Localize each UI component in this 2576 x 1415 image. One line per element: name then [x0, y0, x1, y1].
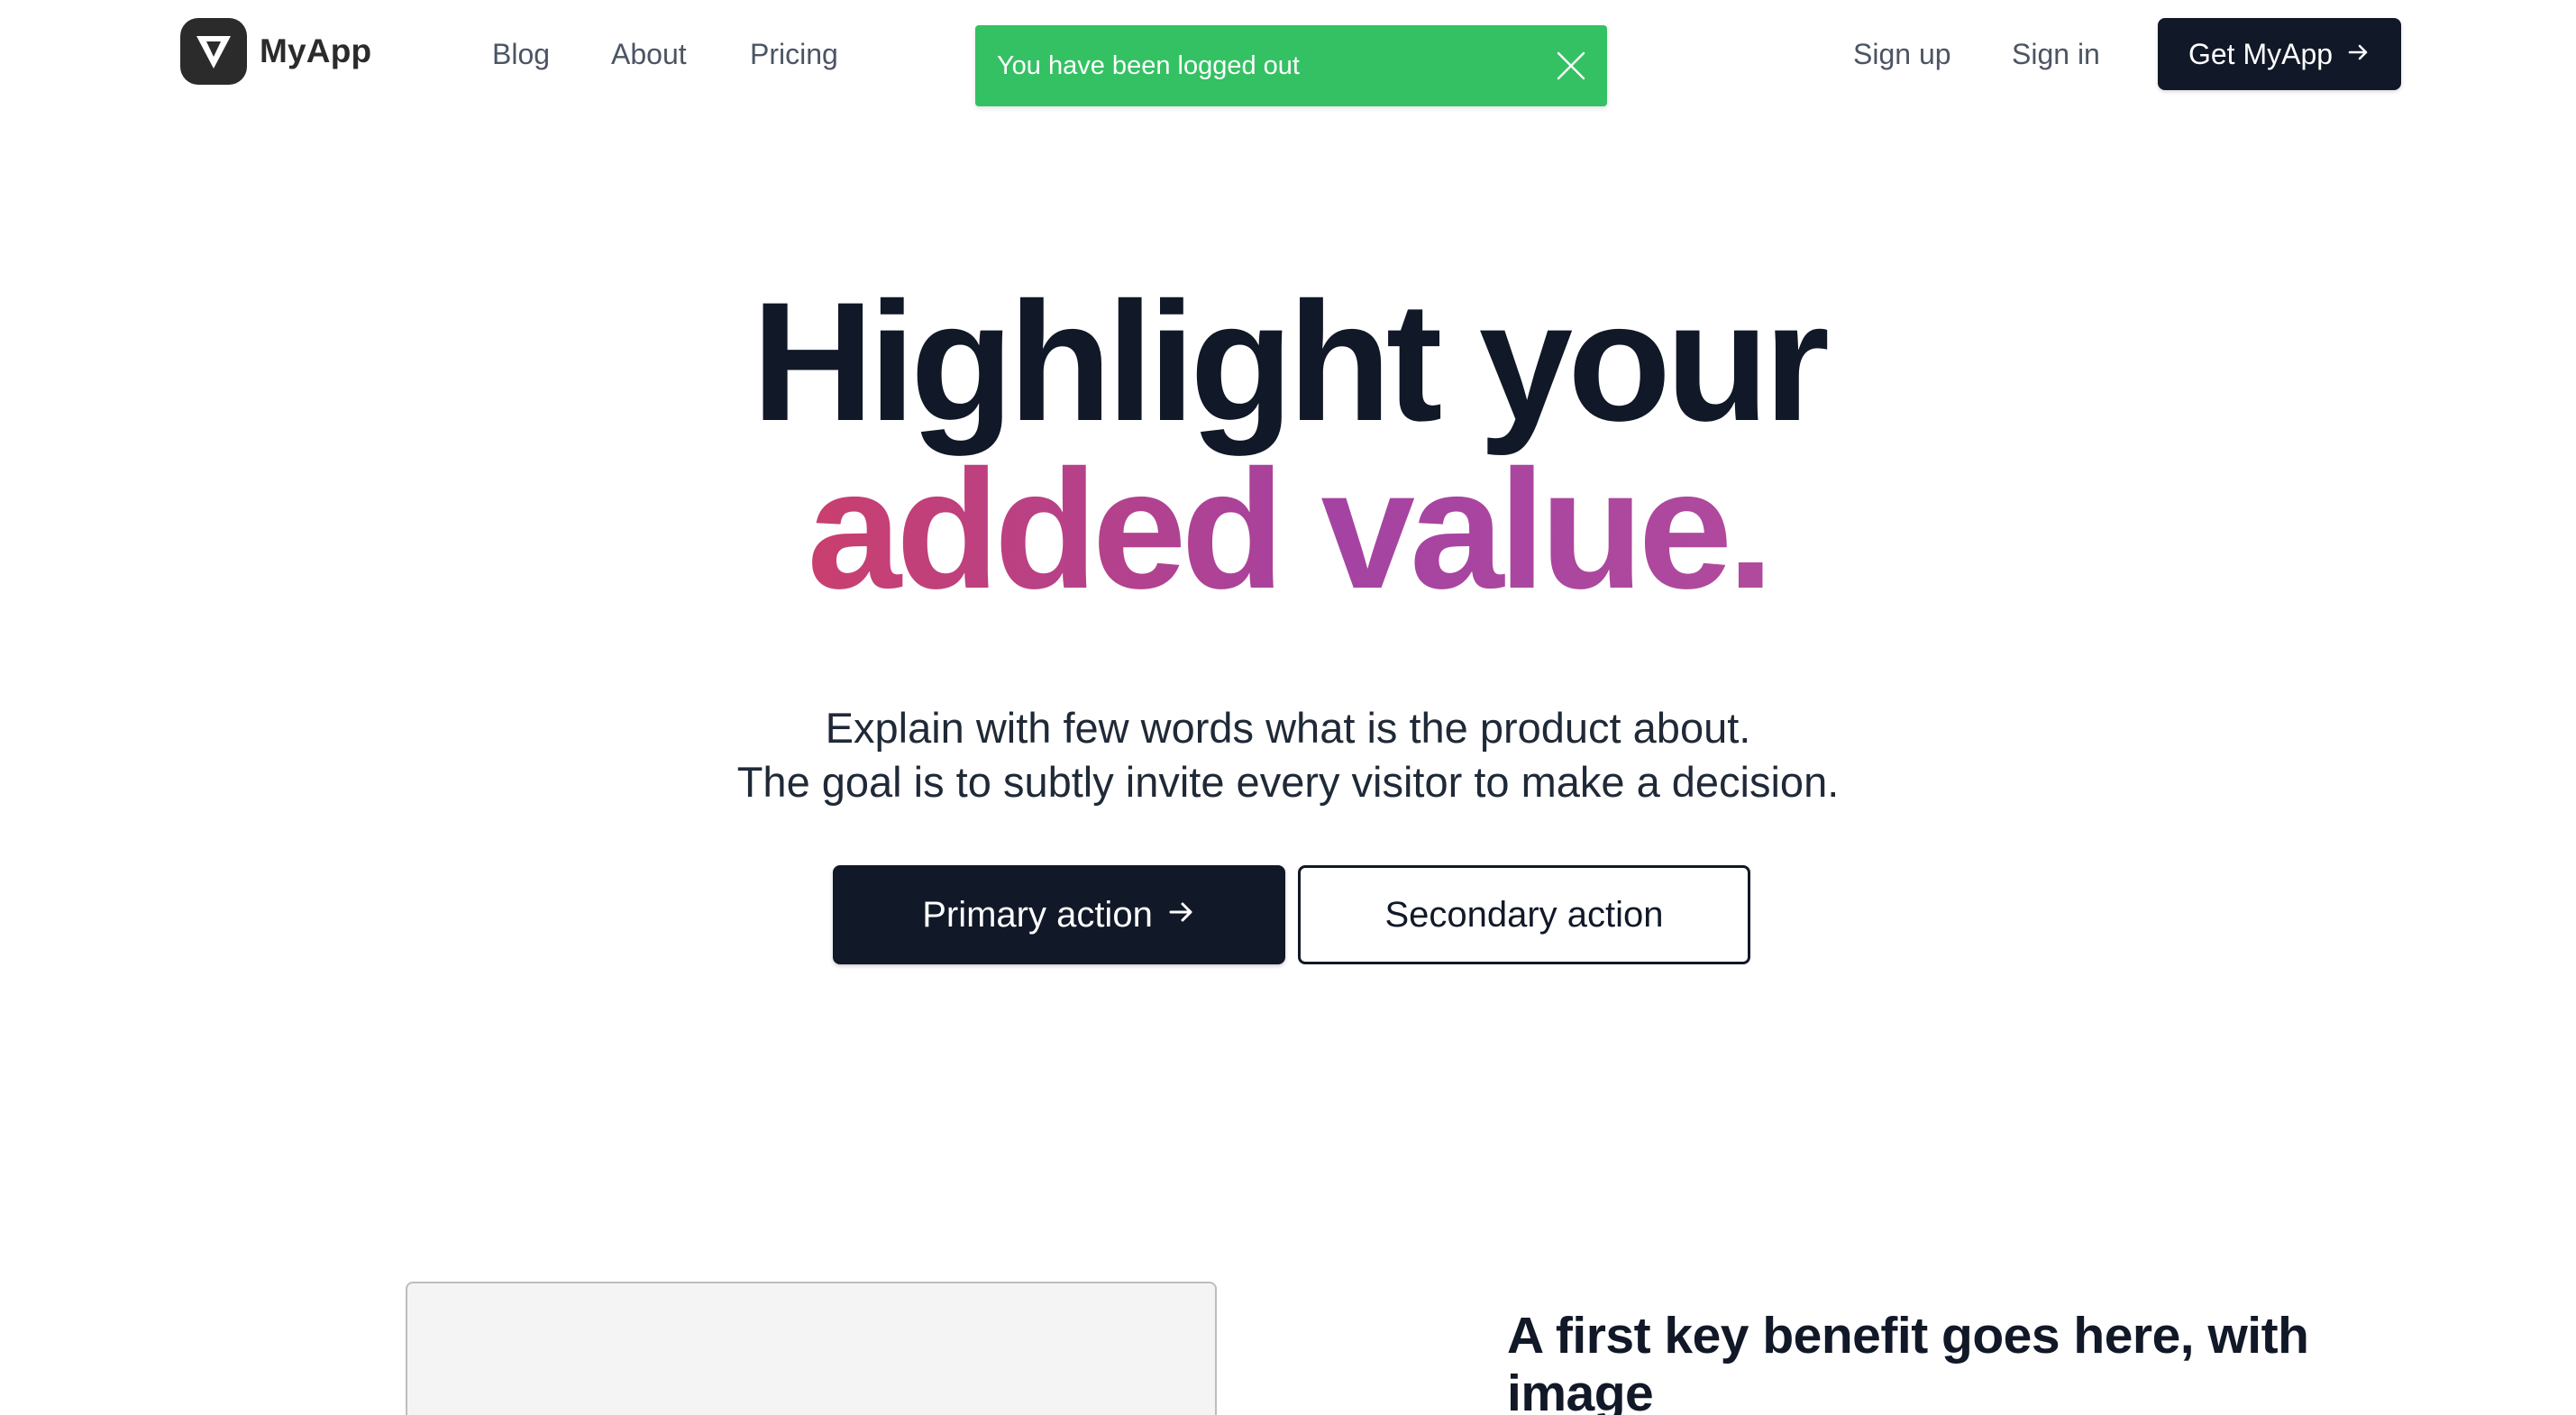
primary-action-button[interactable]: Primary action	[833, 865, 1285, 964]
feature-image-placeholder	[406, 1282, 1217, 1415]
hero-subtitle-line2: The goal is to subtly invite every visit…	[736, 758, 1840, 806]
nav-blog-link[interactable]: Blog	[492, 36, 550, 72]
toast-message: You have been logged out	[997, 51, 1300, 80]
v-logo-icon	[180, 18, 247, 85]
nav-about-link[interactable]: About	[611, 36, 687, 72]
logo-link[interactable]: MyApp	[180, 18, 371, 85]
secondary-action-label: Secondary action	[1384, 894, 1664, 935]
sign-in-link[interactable]: Sign in	[2012, 36, 2100, 72]
hero-title: Highlight your added value.	[0, 267, 2576, 624]
arrow-right-icon	[1167, 895, 1196, 936]
arrow-right-icon	[2347, 38, 2370, 71]
feature-title: A first key benefit goes here, with imag…	[1507, 1307, 2309, 1415]
landing-page: MyApp Blog About Pricing Sign up Sign in…	[0, 0, 2576, 1415]
primary-action-label: Primary action	[922, 894, 1153, 935]
logout-toast: You have been logged out	[975, 25, 1607, 106]
hero-subtitle: Explain with few words what is the produ…	[0, 701, 2576, 809]
nav-pricing-link[interactable]: Pricing	[750, 36, 838, 72]
hero-subtitle-line1: Explain with few words what is the produ…	[825, 704, 1751, 752]
secondary-action-button[interactable]: Secondary action	[1298, 865, 1750, 964]
close-icon[interactable]	[1553, 48, 1589, 84]
get-app-label: Get MyApp	[2188, 37, 2334, 70]
sign-up-link[interactable]: Sign up	[1853, 36, 1951, 72]
logo-text: MyApp	[260, 32, 372, 69]
get-app-button[interactable]: Get MyApp	[2158, 18, 2401, 90]
hero-title-line2: added value.	[807, 434, 1775, 624]
hero-title-line1: Highlight your	[751, 267, 1830, 456]
